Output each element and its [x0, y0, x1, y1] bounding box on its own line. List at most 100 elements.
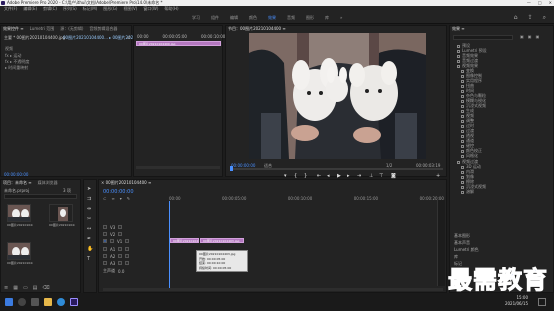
export-icon[interactable]: ⇪	[528, 14, 533, 22]
ws-tab-editing[interactable]: 编辑	[230, 12, 238, 24]
reset-icon[interactable]: ↺	[127, 35, 130, 40]
eye-toggle[interactable]	[118, 232, 123, 236]
accelerated-filter-icon[interactable]: ▣	[520, 34, 524, 39]
track-a3: A3	[99, 260, 169, 266]
lock-toggle[interactable]	[103, 254, 107, 258]
effects-search-input[interactable]	[453, 35, 513, 40]
timeline-ruler[interactable]: 00:00 00:00:05:00 00:00:10:00 00:00:15:0…	[169, 196, 444, 201]
selection-tool-icon[interactable]: ➤	[87, 186, 93, 192]
solo-toggle[interactable]	[125, 247, 130, 251]
tab-sequence[interactable]: × 00图片20210104400 ≡	[101, 180, 151, 186]
search-icon[interactable]: ⌕	[543, 14, 546, 22]
yuv-filter-icon[interactable]: ▣	[536, 34, 540, 39]
master-volume-value[interactable]: 0.0	[118, 269, 124, 274]
new-item-icon[interactable]: ▤	[33, 285, 38, 291]
source-patch-v1[interactable]	[103, 239, 107, 243]
panel-libraries[interactable]: 库	[454, 253, 479, 260]
program-playhead[interactable]	[230, 166, 233, 171]
timeline-clip-2[interactable]: 00图片20210104403.jpg	[200, 238, 244, 243]
premiere-icon[interactable]	[70, 298, 78, 306]
panel-essential-sound[interactable]: 基本声音	[454, 239, 479, 246]
search-icon[interactable]	[18, 298, 26, 306]
solo-toggle[interactable]	[125, 254, 130, 258]
lock-toggle[interactable]	[103, 232, 107, 236]
timeline-playhead[interactable]	[169, 201, 170, 289]
lock-toggle[interactable]	[103, 247, 107, 251]
home-icon[interactable]: ⌂	[514, 14, 518, 22]
solo-toggle[interactable]	[125, 261, 130, 265]
32bit-filter-icon[interactable]: ▣	[528, 34, 532, 39]
effects-panel: 效果 ≡ ▣ ▣ ▣ 预设 Lumetri 预设 音频效果 音频过渡 视频效果 …	[448, 25, 554, 295]
explorer-icon[interactable]	[44, 298, 52, 306]
tab-audio-mixer[interactable]: 音频剪辑混合器	[89, 26, 117, 32]
timeline-timecode[interactable]: 00:00:00:00	[103, 189, 134, 195]
timeline-scrollbar[interactable]	[103, 288, 443, 291]
project-panel: 项目：未命名 ≡ 媒体浏览器 未命名.prproj 3 项 00图片202101…	[0, 179, 81, 293]
windows-icon[interactable]	[5, 298, 13, 306]
new-bin-icon[interactable]: ▭	[23, 285, 28, 291]
track-select-icon[interactable]: ⇉	[87, 196, 93, 202]
tab-project[interactable]: 项目：未命名 ≡	[3, 180, 32, 186]
project-search-input[interactable]	[4, 194, 77, 199]
project-thumb-2[interactable]	[49, 204, 73, 222]
project-thumb-3[interactable]	[7, 242, 31, 260]
add-marker-icon[interactable]: ▾	[120, 196, 122, 201]
tab-program[interactable]: 节目：00图片20210104400 ≡	[228, 26, 286, 32]
ws-tab-graphics[interactable]: 图形	[306, 12, 314, 24]
tooltip-duration: 持续时间: 00:00:05:00	[199, 265, 232, 270]
ws-tab-audio[interactable]: 音频	[287, 12, 295, 24]
list-view-icon[interactable]: ≡	[4, 285, 8, 291]
mute-toggle[interactable]	[118, 247, 123, 251]
tab-effects[interactable]: 效果 ≡	[452, 26, 465, 32]
video-frame-image	[249, 33, 426, 159]
ec-scrollbar[interactable]	[136, 166, 220, 169]
tab-media-browser[interactable]: 媒体浏览器	[38, 180, 58, 186]
type-tool-icon[interactable]: T	[87, 256, 93, 262]
eye-toggle[interactable]	[118, 225, 123, 229]
ruler-tick-10: 00:00:10:00	[287, 196, 313, 201]
pen-tool-icon[interactable]: ✒	[87, 236, 93, 242]
lock-toggle[interactable]	[103, 261, 107, 265]
lock-toggle[interactable]	[110, 239, 114, 243]
ec-tick-5: 00:00:05:00	[162, 34, 187, 39]
tab-source[interactable]: 源：(无剪辑)	[60, 26, 83, 32]
ws-tab-effects[interactable]: 效果	[268, 12, 276, 24]
program-scrub-bar[interactable]	[231, 168, 443, 170]
project-thumb-1[interactable]	[7, 204, 31, 222]
snap-icon[interactable]: ⊂	[103, 196, 106, 201]
ec-clip-bar[interactable]: 00图片20210104400.jpg	[136, 41, 221, 46]
panel-essential-graphics[interactable]: 基本图形	[454, 232, 479, 239]
ws-tab-libraries[interactable]: 库	[325, 12, 329, 24]
notification-icon[interactable]	[538, 298, 546, 306]
eye-toggle[interactable]	[125, 239, 130, 243]
linked-selection-icon[interactable]: ∞	[111, 196, 114, 201]
mute-toggle[interactable]	[118, 254, 123, 258]
hand-tool-icon[interactable]: ✋	[87, 246, 93, 252]
razor-tool-icon[interactable]: ✂	[87, 216, 93, 222]
tab-effect-controls[interactable]: 效果控件 ≡	[3, 26, 24, 32]
program-monitor: 节目：00图片20210104400 ≡ 00:00:00:00 适合 1/2 …	[225, 25, 447, 179]
ws-more-button[interactable]: »	[340, 12, 342, 24]
ws-tab-assembly[interactable]: 组件	[211, 12, 219, 24]
thumb-image-3	[8, 243, 30, 259]
timeline-settings-icon[interactable]: ✎	[127, 196, 130, 201]
mute-toggle[interactable]	[118, 261, 123, 265]
lock-toggle[interactable]	[103, 225, 107, 229]
trash-icon[interactable]: ⌫	[42, 285, 49, 291]
icon-view-icon[interactable]: ▦	[13, 285, 18, 291]
edge-icon[interactable]	[57, 298, 65, 306]
taskview-icon[interactable]	[31, 298, 39, 306]
thumb-image-1	[8, 205, 30, 221]
panel-lumetri-color[interactable]: Lumetri 颜色	[454, 246, 479, 253]
timeline-clip-1[interactable]: 00图片20210104400.jpg	[170, 238, 199, 243]
tab-lumetri-scopes[interactable]: Lumetri 范围	[30, 26, 55, 32]
clock[interactable]: 15:00 2021/06/15	[505, 295, 528, 307]
time-remap-row[interactable]: ▸ 时间重映射	[5, 65, 28, 71]
track-label-v3: V3	[110, 224, 116, 230]
effects-folder-dissolve[interactable]: 溶解	[461, 189, 474, 195]
ws-tab-learn[interactable]: 学习	[192, 12, 200, 24]
slip-tool-icon[interactable]: ↔	[87, 226, 93, 232]
ws-tab-color[interactable]: 颜色	[249, 12, 257, 24]
effect-controls-timecode[interactable]: 00:00:00:00	[4, 172, 28, 177]
ripple-edit-icon[interactable]: ⇹	[87, 206, 93, 212]
